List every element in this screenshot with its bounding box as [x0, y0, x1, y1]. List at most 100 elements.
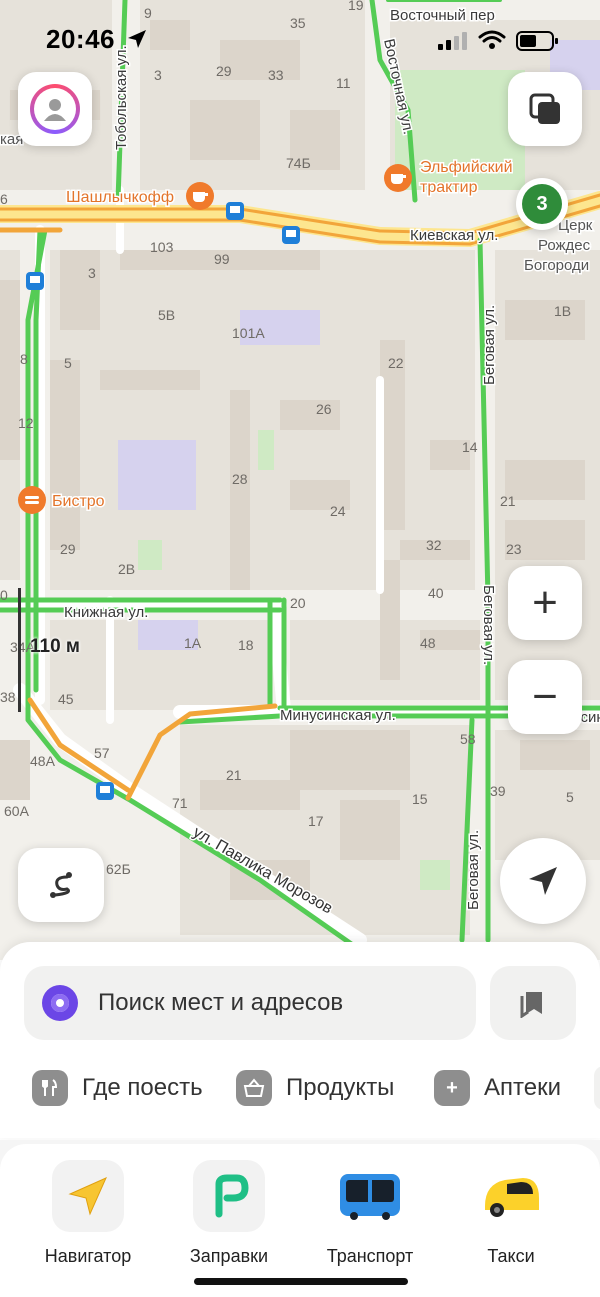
- house-number: 74Б: [286, 155, 311, 171]
- chip-food-label: Где поесть: [82, 1074, 203, 1101]
- street-begovaya-1: Беговая ул.: [481, 305, 498, 385]
- house-number: 99: [214, 251, 230, 267]
- house-number: 1А: [184, 635, 202, 651]
- house-number: 0: [0, 587, 8, 603]
- basket-icon: [236, 1070, 272, 1106]
- house-number: 3: [88, 265, 96, 281]
- avatar: [30, 84, 80, 134]
- church-label-2: Рождес: [538, 237, 591, 254]
- house-number: 28: [232, 471, 248, 487]
- house-number: 6: [0, 191, 8, 207]
- house-number: 5: [64, 355, 72, 371]
- route-button[interactable]: [18, 848, 104, 922]
- house-number: 15: [412, 791, 428, 807]
- status-bar: 20:46: [0, 0, 600, 80]
- house-number: 60А: [4, 803, 30, 819]
- map-canvas[interactable]: Киевская ул. Тобольская ул. Восточная ул…: [0, 0, 600, 960]
- fork-knife-icon: [32, 1070, 68, 1106]
- house-number: 39: [490, 783, 506, 799]
- house-number: 12: [18, 415, 34, 431]
- street-knizhnaya: Книжная ул.: [64, 604, 148, 621]
- house-number: 29: [60, 541, 76, 557]
- navigation-arrow-icon: [529, 867, 557, 895]
- house-number: 2В: [118, 561, 135, 577]
- app-taxi[interactable]: Такси: [451, 1160, 571, 1267]
- app-transport-label: Транспорт: [326, 1246, 414, 1266]
- app-navigator[interactable]: Навигатор: [28, 1160, 148, 1267]
- house-number: 5В: [158, 307, 175, 323]
- layers-button[interactable]: [508, 72, 582, 146]
- house-number: 45: [58, 691, 74, 707]
- chip-pharmacy[interactable]: + Аптеки: [434, 1066, 561, 1110]
- profile-button[interactable]: [18, 72, 92, 146]
- home-indicator[interactable]: [194, 1278, 408, 1285]
- bus-icon: [334, 1160, 406, 1232]
- poi-label-shashlychkoff: Шашлычкофф: [66, 189, 174, 206]
- house-number: 21: [500, 493, 516, 509]
- house-number: 21: [226, 767, 242, 783]
- house-number: 1В: [554, 303, 571, 319]
- user-icon: [44, 99, 66, 121]
- street-begovaya-3: Беговая ул.: [465, 830, 482, 910]
- poi-label-bistro: Бистро: [52, 493, 105, 510]
- house-number: 26: [316, 401, 332, 417]
- app-transport[interactable]: Транспорт: [310, 1160, 430, 1267]
- search-field[interactable]: Поиск мест и адресов: [24, 966, 476, 1040]
- bookmarks-button[interactable]: [490, 966, 576, 1040]
- house-number: 23: [506, 541, 522, 557]
- burger-icon: [25, 496, 39, 499]
- house-number: 48: [420, 635, 436, 651]
- chip-overflow[interactable]: [594, 1066, 600, 1110]
- house-number: 17: [308, 813, 324, 829]
- house-number: 38: [0, 689, 16, 705]
- house-number: 40: [428, 585, 444, 601]
- house-number: 24: [330, 503, 346, 519]
- house-number: 71: [172, 795, 188, 811]
- category-chips: Где поесть Продукты + Аптеки: [0, 1066, 600, 1116]
- fuel-icon: [193, 1160, 265, 1232]
- plus-icon: +: [434, 1070, 470, 1106]
- house-number: 18: [238, 637, 254, 653]
- poi-label-elfiysky-2: трактир: [420, 179, 478, 196]
- wifi-icon: [478, 30, 506, 49]
- house-number: 103: [150, 239, 174, 255]
- plus-icon: +: [532, 578, 558, 627]
- house-number: 14: [462, 439, 478, 455]
- status-time: 20:46: [46, 24, 115, 54]
- church-label-3: Богороди: [524, 257, 589, 274]
- route-icon: [50, 872, 72, 898]
- street-kievskaya: Киевская ул.: [410, 227, 498, 244]
- scale-label: 110 м: [30, 636, 80, 657]
- my-location-button[interactable]: [500, 838, 586, 924]
- house-number: 32: [426, 537, 442, 553]
- app-taxi-label: Такси: [487, 1246, 535, 1266]
- traffic-level-badge[interactable]: 3: [516, 178, 568, 230]
- minus-icon: −: [532, 672, 558, 721]
- navigator-icon: [52, 1160, 124, 1232]
- layers-icon: [529, 93, 560, 124]
- street-minusinskaya: Минусинская ул.: [280, 707, 396, 724]
- services-dock: Навигатор Заправки Транспорт Такси: [0, 1140, 600, 1297]
- zoom-in-button[interactable]: +: [508, 566, 582, 640]
- app-fuel[interactable]: Заправки: [169, 1160, 289, 1267]
- alice-assistant-icon[interactable]: [42, 985, 78, 1021]
- chip-pharmacy-label: Аптеки: [484, 1074, 561, 1101]
- house-number: 22: [388, 355, 404, 371]
- street-begovaya-2: Беговая ул.: [480, 585, 497, 665]
- zoom-out-button[interactable]: −: [508, 660, 582, 734]
- house-number: 8: [20, 351, 28, 367]
- app-navigator-label: Навигатор: [44, 1246, 132, 1266]
- taxi-icon: [475, 1160, 547, 1232]
- chip-groceries[interactable]: Продукты: [236, 1066, 394, 1110]
- bottom-sheet: Поиск мест и адресов Где поесть Продукты…: [0, 942, 600, 1138]
- chip-food[interactable]: Где поесть: [32, 1066, 203, 1110]
- traffic-level-value: 3: [522, 184, 562, 224]
- chip-groceries-label: Продукты: [286, 1074, 395, 1101]
- scale-bar: [18, 588, 21, 712]
- house-number: 20: [290, 595, 306, 611]
- house-number: 5: [566, 789, 574, 805]
- church-label-1: Церк: [558, 217, 593, 234]
- bookmarks-icon: [520, 992, 542, 1018]
- poi-label-elfiysky-1: Эльфийский: [420, 159, 513, 176]
- location-arrow-icon: [128, 30, 146, 48]
